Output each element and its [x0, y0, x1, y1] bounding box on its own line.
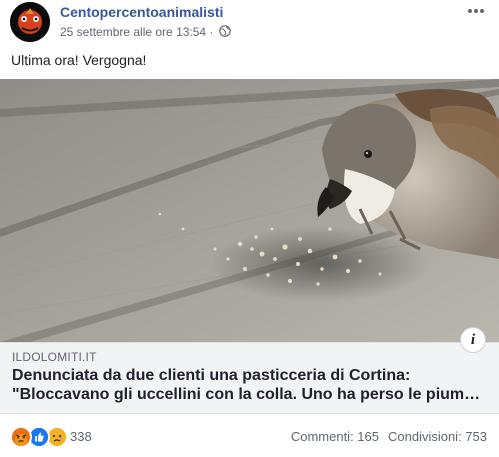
link-headline[interactable]: Denunciata da due clienti una pasticceri… — [12, 366, 482, 404]
post-message: Ultima ora! Vergogna! — [11, 52, 147, 68]
post-timestamp[interactable]: 25 settembre alle ore 13:54 — [60, 25, 206, 39]
globe-icon[interactable] — [218, 25, 231, 40]
link-preview-text[interactable]: ILDOLOMITI.IT Denunciata da due clienti … — [0, 342, 499, 414]
angry-reaction-icon[interactable] — [10, 426, 32, 448]
info-icon[interactable]: i — [460, 327, 486, 353]
page-name-link[interactable]: Centopercentoanimalisti — [60, 4, 223, 20]
page-avatar[interactable] — [10, 2, 50, 42]
post-footer: 338 Commenti: 165 Condivisioni: 753 — [0, 414, 499, 457]
more-options-icon[interactable] — [465, 4, 487, 22]
article-image[interactable] — [0, 79, 499, 342]
post-meta: 25 settembre alle ore 13:54 · — [60, 25, 231, 40]
post-header: Centopercentoanimalisti 25 settembre all… — [0, 0, 499, 46]
reaction-count[interactable]: 338 — [70, 429, 92, 444]
comments-count-link[interactable]: Commenti: 165 — [291, 429, 379, 444]
link-domain: ILDOLOMITI.IT — [12, 350, 97, 364]
facebook-post: Centopercentoanimalisti 25 settembre all… — [0, 0, 499, 457]
shares-count-link[interactable]: Condivisioni: 753 — [388, 429, 487, 444]
meta-separator: · — [209, 25, 217, 39]
link-preview-card[interactable]: ILDOLOMITI.IT Denunciata da due clienti … — [0, 79, 499, 414]
engagement-stats: Commenti: 165 Condivisioni: 753 — [291, 429, 487, 444]
